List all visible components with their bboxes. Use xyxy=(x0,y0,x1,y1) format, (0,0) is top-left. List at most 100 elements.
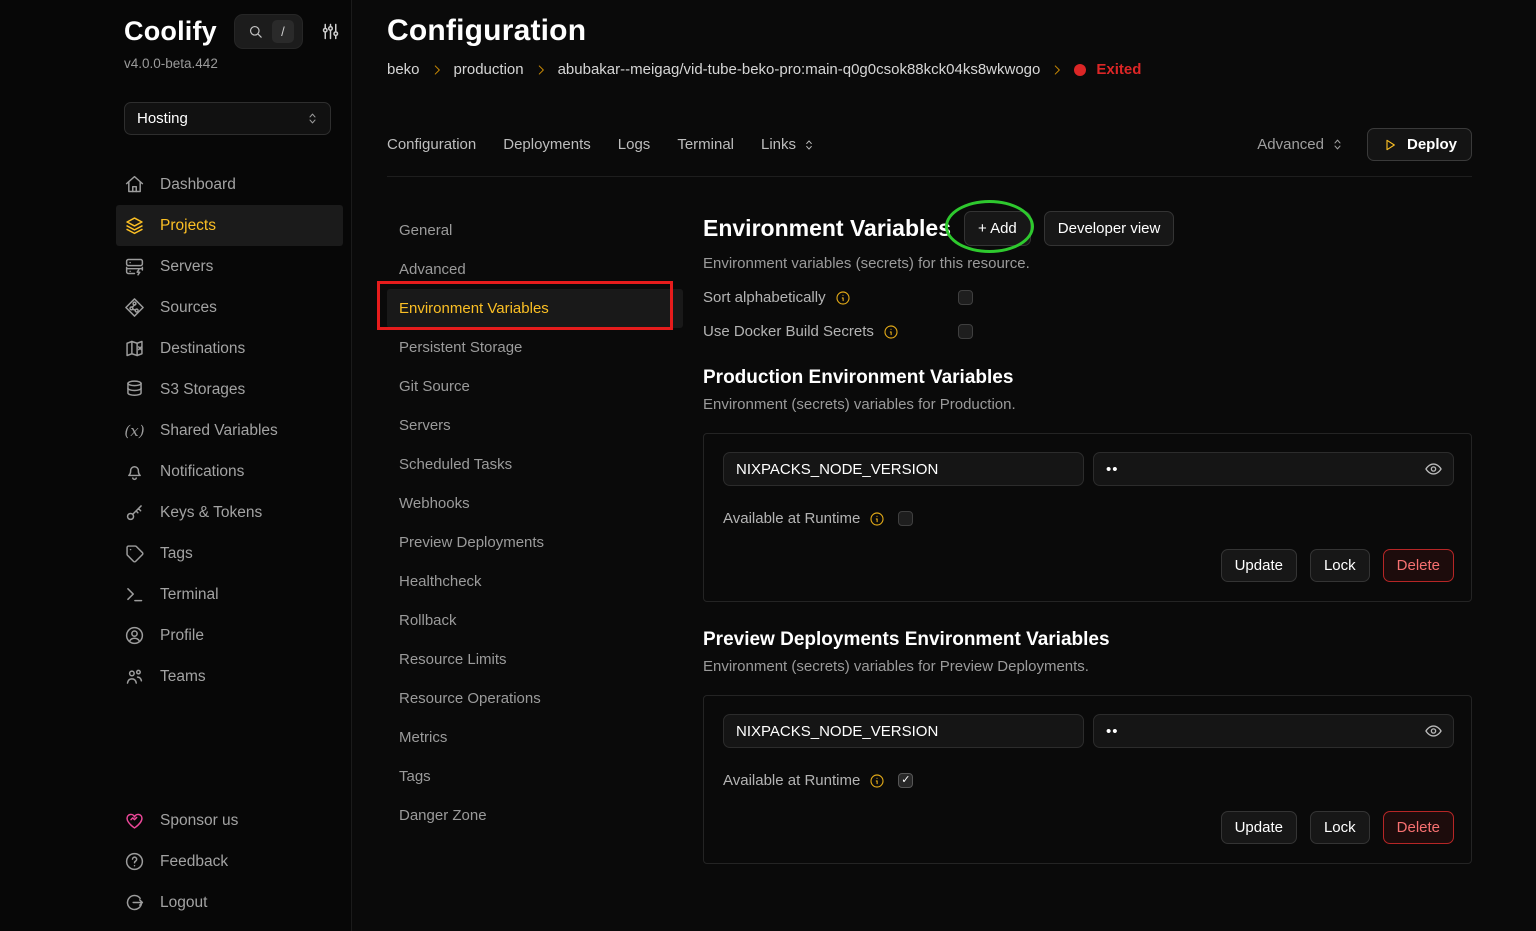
subnav-advanced[interactable]: Advanced xyxy=(387,250,683,289)
subnav-healthcheck[interactable]: Healthcheck xyxy=(387,562,683,601)
sidebar-item-feedback[interactable]: Feedback xyxy=(116,841,343,882)
heart-icon xyxy=(124,810,145,831)
sidebar-item-sponsor[interactable]: Sponsor us xyxy=(116,800,343,841)
deploy-label: Deploy xyxy=(1407,136,1457,153)
delete-button[interactable]: Delete xyxy=(1383,811,1454,844)
eye-icon xyxy=(1424,722,1443,741)
available-at-runtime-checkbox[interactable] xyxy=(898,511,913,526)
delete-button[interactable]: Delete xyxy=(1383,549,1454,582)
search-button[interactable]: / xyxy=(234,14,303,49)
sidebar-item-label: Terminal xyxy=(160,586,219,604)
sidebar-item-notifications[interactable]: Notifications xyxy=(116,451,343,492)
variable-value-input[interactable] xyxy=(1093,714,1454,748)
subnav-scheduled-tasks[interactable]: Scheduled Tasks xyxy=(387,445,683,484)
sidebar-item-sources[interactable]: Sources xyxy=(116,287,343,328)
tab-links-label: Links xyxy=(761,136,796,153)
tab-links[interactable]: Links xyxy=(761,136,816,153)
available-at-runtime-label: Available at Runtime xyxy=(723,772,860,789)
available-at-runtime-checkbox[interactable]: ✓ xyxy=(898,773,913,788)
update-button[interactable]: Update xyxy=(1221,549,1297,582)
sidebar-nav: Dashboard Projects Servers Sources Desti… xyxy=(0,164,351,697)
play-icon xyxy=(1382,137,1398,153)
subnav-danger-zone[interactable]: Danger Zone xyxy=(387,796,683,835)
server-icon xyxy=(124,256,145,277)
variable-value-input[interactable] xyxy=(1093,452,1454,486)
subnav-general[interactable]: General xyxy=(387,211,683,250)
advanced-label: Advanced xyxy=(1257,136,1324,153)
tab-configuration[interactable]: Configuration xyxy=(387,136,476,153)
terminal-icon xyxy=(124,584,145,605)
sidebar-item-servers[interactable]: Servers xyxy=(116,246,343,287)
logout-icon xyxy=(124,892,145,913)
subnav-rollback[interactable]: Rollback xyxy=(387,601,683,640)
docker-build-secrets-checkbox[interactable] xyxy=(958,324,973,339)
subnav-resource-operations[interactable]: Resource Operations xyxy=(387,679,683,718)
sidebar-item-dashboard[interactable]: Dashboard xyxy=(116,164,343,205)
status-dot xyxy=(1074,64,1086,76)
chevron-updown-icon xyxy=(802,138,816,152)
user-circle-icon xyxy=(124,625,145,646)
sidebar-item-projects[interactable]: Projects xyxy=(116,205,343,246)
lock-button[interactable]: Lock xyxy=(1310,549,1370,582)
variable-name-input[interactable] xyxy=(723,452,1084,486)
config-subnav: General Advanced Environment Variables P… xyxy=(387,211,703,864)
tab-logs[interactable]: Logs xyxy=(618,136,651,153)
breadcrumb-environment[interactable]: production xyxy=(454,61,524,78)
sidebar-item-logout[interactable]: Logout xyxy=(116,882,343,923)
app-logo: Coolify xyxy=(124,16,217,47)
sidebar-item-shared-variables[interactable]: (x) Shared Variables xyxy=(116,410,343,451)
subnav-persistent-storage[interactable]: Persistent Storage xyxy=(387,328,683,367)
advanced-dropdown[interactable]: Advanced xyxy=(1257,136,1345,153)
breadcrumb: beko production abubakar--meigag/vid-tub… xyxy=(387,61,1472,78)
subnav-resource-limits[interactable]: Resource Limits xyxy=(387,640,683,679)
breadcrumb-project[interactable]: beko xyxy=(387,61,420,78)
subnav-tags[interactable]: Tags xyxy=(387,757,683,796)
sidebar-item-teams[interactable]: Teams xyxy=(116,656,343,697)
sidebar-item-keys-tokens[interactable]: Keys & Tokens xyxy=(116,492,343,533)
subnav-webhooks[interactable]: Webhooks xyxy=(387,484,683,523)
sidebar-item-s3-storages[interactable]: S3 Storages xyxy=(116,369,343,410)
docker-build-secrets-label: Use Docker Build Secrets xyxy=(703,323,874,340)
subnav-git-source[interactable]: Git Source xyxy=(387,367,683,406)
team-select[interactable]: Hosting xyxy=(124,102,331,135)
reveal-value-button[interactable] xyxy=(1424,722,1443,741)
subnav-metrics[interactable]: Metrics xyxy=(387,718,683,757)
sidebar-item-tags[interactable]: Tags xyxy=(116,533,343,574)
subnav-preview-deployments[interactable]: Preview Deployments xyxy=(387,523,683,562)
developer-view-button[interactable]: Developer view xyxy=(1044,211,1175,246)
lock-button[interactable]: Lock xyxy=(1310,811,1370,844)
search-icon xyxy=(247,23,264,40)
sidebar-item-label: Profile xyxy=(160,627,204,645)
chevron-right-icon xyxy=(534,63,548,77)
preview-section-title: Preview Deployments Environment Variable… xyxy=(703,629,1472,651)
sidebar-item-destinations[interactable]: Destinations xyxy=(116,328,343,369)
eye-icon xyxy=(1424,460,1443,479)
sidebar-item-label: Dashboard xyxy=(160,176,236,194)
sidebar-item-label: Destinations xyxy=(160,340,245,358)
sidebar-item-label: Projects xyxy=(160,217,216,235)
deploy-button[interactable]: Deploy xyxy=(1367,128,1472,161)
checkmark: ✓ xyxy=(901,775,910,786)
sidebar-item-label: Teams xyxy=(160,668,206,686)
chevron-right-icon xyxy=(1050,63,1064,77)
sidebar-item-profile[interactable]: Profile xyxy=(116,615,343,656)
available-at-runtime-row: Available at Runtime xyxy=(723,510,1454,527)
sort-alphabetically-checkbox[interactable] xyxy=(958,290,973,305)
update-button[interactable]: Update xyxy=(1221,811,1297,844)
subnav-servers[interactable]: Servers xyxy=(387,406,683,445)
sidebar-item-terminal[interactable]: Terminal xyxy=(116,574,343,615)
sidebar-item-label: Feedback xyxy=(160,853,228,871)
environment-variables-panel: Environment Variables + Add Developer vi… xyxy=(703,211,1472,864)
available-at-runtime-row: Available at Runtime ✓ xyxy=(723,772,1454,789)
settings-button[interactable] xyxy=(320,21,341,42)
tab-terminal[interactable]: Terminal xyxy=(677,136,734,153)
reveal-value-button[interactable] xyxy=(1424,460,1443,479)
tab-deployments[interactable]: Deployments xyxy=(503,136,591,153)
sidebar-item-label: Sources xyxy=(160,299,217,317)
variable-name-input[interactable] xyxy=(723,714,1084,748)
breadcrumb-resource[interactable]: abubakar--meigag/vid-tube-beko-pro:main-… xyxy=(558,61,1041,78)
map-icon xyxy=(124,338,145,359)
add-variable-button[interactable]: + Add xyxy=(964,211,1031,246)
subnav-environment-variables[interactable]: Environment Variables xyxy=(387,289,683,328)
key-icon xyxy=(124,502,145,523)
